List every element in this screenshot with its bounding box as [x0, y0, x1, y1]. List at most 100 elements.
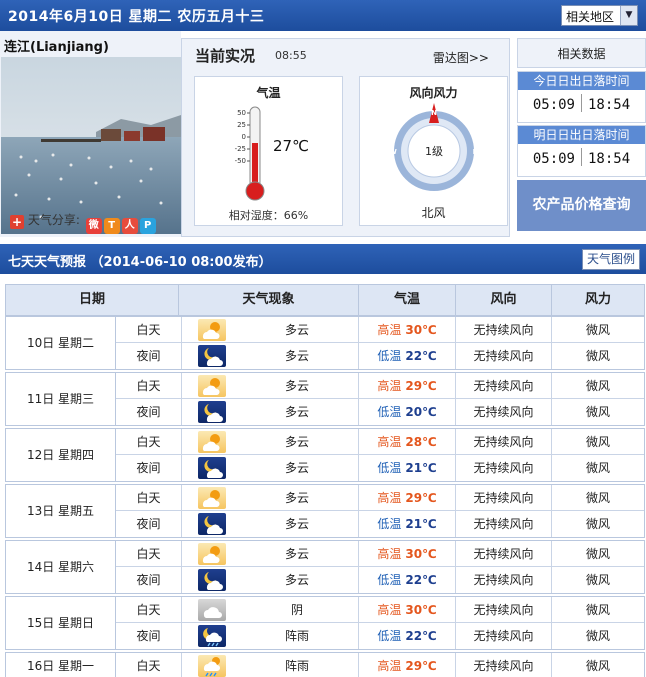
period-label: 白天 — [116, 429, 182, 455]
renren-icon[interactable]: 人 — [121, 218, 138, 234]
current-time: 08:55 — [275, 49, 307, 62]
temperature-cell: 低温 21℃ — [359, 455, 456, 481]
share-label: 天气分享: — [27, 213, 80, 227]
temperature-cell: 高温 30℃ — [359, 597, 456, 623]
temp-label: 低温 — [377, 349, 402, 363]
wind-power-cell: 微风 — [585, 349, 610, 363]
temperature-card-title: 气温 — [256, 86, 281, 100]
temp-label: 高温 — [377, 323, 402, 337]
forecast-table: 日期 天气现象 气温 风向 风力 10日 星期二 白天 多云 高温 30℃ 无持续风向 微风… — [5, 284, 645, 677]
thermo-tick: 0 — [242, 133, 246, 141]
weather-phenomenon: 多云 — [236, 455, 359, 481]
thermometer-icon: 50 25 0 -25 -50 — [235, 106, 265, 201]
qzone-icon[interactable]: P — [139, 218, 156, 234]
tencent-icon[interactable]: T — [103, 218, 120, 234]
forecast-row-day: 白天 多云 高温 29℃ 无持续风向 微风 — [116, 373, 644, 399]
column-header-weather: 天气现象 — [178, 285, 358, 315]
forecast-title: 七天天气预报 （2014-06-10 08:00发布） — [8, 255, 272, 270]
forecast-date: 14日 星期六 — [6, 541, 116, 593]
chevron-down-icon[interactable]: ▼ — [620, 6, 637, 25]
temp-label: 高温 — [377, 603, 402, 617]
current-temperature: 27℃ — [273, 137, 309, 155]
temp-label: 高温 — [377, 379, 402, 393]
partly-cloudy-night-icon — [198, 345, 226, 367]
forecast-date: 16日 星期一 — [6, 653, 116, 677]
partly-cloudy-night-icon — [198, 569, 226, 591]
temp-value: 29℃ — [405, 659, 437, 673]
weather-phenomenon: 阴 — [236, 597, 359, 623]
weather-icon-cell — [182, 429, 236, 455]
region-select[interactable]: 相关地区 ▼ — [561, 5, 638, 26]
forecast-day-group: 15日 星期日 白天阴高温 30℃ 无持续风向 微风 夜间 阵雨 低温 22℃ 无持续风向 微风 — [5, 596, 645, 650]
farm-price-button[interactable]: 农产品价格查询 — [517, 180, 646, 231]
period-label: 夜间 — [116, 399, 182, 425]
temp-label: 低温 — [377, 405, 402, 419]
temperature-cell: 低温 20℃ — [359, 399, 456, 425]
share-bar: + 天气分享: 微T人P — [10, 211, 156, 234]
wind-direction: 北风 — [421, 206, 446, 220]
shower-night-icon — [198, 625, 226, 647]
wind-direction-cell: 无持续风向 — [456, 317, 552, 343]
today-sun-label: 今日日出日落时间 — [518, 72, 645, 90]
radar-link[interactable]: 雷达图>> — [433, 49, 489, 66]
forecast-date: 12日 星期四 — [6, 429, 116, 481]
wind-power-cell: 微风 — [585, 435, 610, 449]
temp-label: 高温 — [377, 435, 402, 449]
related-data-title: 相关数据 — [517, 38, 646, 68]
weibo-icon[interactable]: 微 — [85, 218, 102, 234]
temperature-card: 气温 50 25 0 -25 -50 27℃ 相对湿度：66% — [194, 76, 343, 226]
today-sunset: 18:54 — [588, 97, 631, 113]
column-header-wind-power: 风力 — [551, 285, 644, 315]
overcast-icon — [198, 599, 226, 621]
forecast-row-day: 白天 阵雨 高温 29℃ 无持续风向 微风 — [116, 653, 644, 677]
wind-power-cell: 微风 — [585, 517, 610, 531]
weather-phenomenon: 多云 — [236, 541, 359, 567]
forecast-row-night: 夜间 多云 低温 21℃ 无持续风向 微风 — [116, 455, 644, 481]
wind-power-cell: 微风 — [585, 603, 610, 617]
humidity: 相对湿度：66% — [228, 209, 309, 222]
tomorrow-sun-times: 05:09 18:54 — [518, 144, 645, 176]
plus-icon[interactable]: + — [10, 215, 24, 229]
forecast-date: 13日 星期五 — [6, 485, 116, 537]
tomorrow-sunset: 18:54 — [588, 151, 631, 167]
temp-label: 高温 — [377, 491, 402, 505]
forecast-row-night: 夜间 阵雨 低温 22℃ 无持续风向 微风 — [116, 623, 644, 649]
period-label: 夜间 — [116, 455, 182, 481]
current-title: 当前实况 — [195, 47, 256, 65]
column-header-wind-direction: 风向 — [455, 285, 551, 315]
today-sunrise: 05:09 — [532, 97, 575, 113]
temp-value: 29℃ — [405, 379, 437, 393]
weather-icon-cell — [182, 623, 236, 649]
forecast-date: 11日 星期三 — [6, 373, 116, 425]
forecast-day-group: 13日 星期五 白天 多云 高温 29℃ 无持续风向 微风 夜间 多云 低温 21℃ 无持续风向 微风 — [5, 484, 645, 538]
temp-value: 22℃ — [405, 629, 437, 643]
weather-legend-button[interactable]: 天气图例 — [582, 249, 640, 270]
weather-phenomenon: 多云 — [236, 511, 359, 537]
forecast-row-day: 白天 多云 高温 29℃ 无持续风向 微风 — [116, 485, 644, 511]
weather-icon-cell — [182, 343, 236, 369]
wind-power-cell: 微风 — [585, 659, 610, 673]
temperature-cell: 高温 29℃ — [359, 373, 456, 399]
forecast-day-group: 14日 星期六 白天 多云 高温 30℃ 无持续风向 微风 夜间 多云 低温 22℃ 无持续风向 微风 — [5, 540, 645, 594]
temperature-cell: 高温 28℃ — [359, 429, 456, 455]
city-name: 连江(Lianjiang) — [4, 40, 109, 55]
thermo-tick: -25 — [235, 145, 246, 153]
thermo-tick: 50 — [237, 109, 246, 117]
weather-phenomenon: 阵雨 — [236, 653, 359, 677]
weather-icon-cell — [182, 567, 236, 593]
temp-value: 30℃ — [405, 603, 437, 617]
tomorrow-sunrise: 05:09 — [532, 151, 575, 167]
city-photo — [1, 57, 181, 234]
period-label: 白天 — [116, 597, 182, 623]
temperature-cell: 低温 21℃ — [359, 511, 456, 537]
temperature-cell: 高温 30℃ — [359, 541, 456, 567]
period-label: 夜间 — [116, 623, 182, 649]
tomorrow-sun-box: 明日日出日落时间 05:09 18:54 — [517, 125, 646, 177]
forecast-row-day: 白天 多云 高温 28℃ 无持续风向 微风 — [116, 429, 644, 455]
weather-icon-cell — [182, 485, 236, 511]
temp-value: 22℃ — [405, 349, 437, 363]
temperature-cell: 高温 30℃ — [359, 317, 456, 343]
period-label: 白天 — [116, 373, 182, 399]
column-header-temp: 气温 — [358, 285, 455, 315]
temp-label: 低温 — [377, 573, 402, 587]
